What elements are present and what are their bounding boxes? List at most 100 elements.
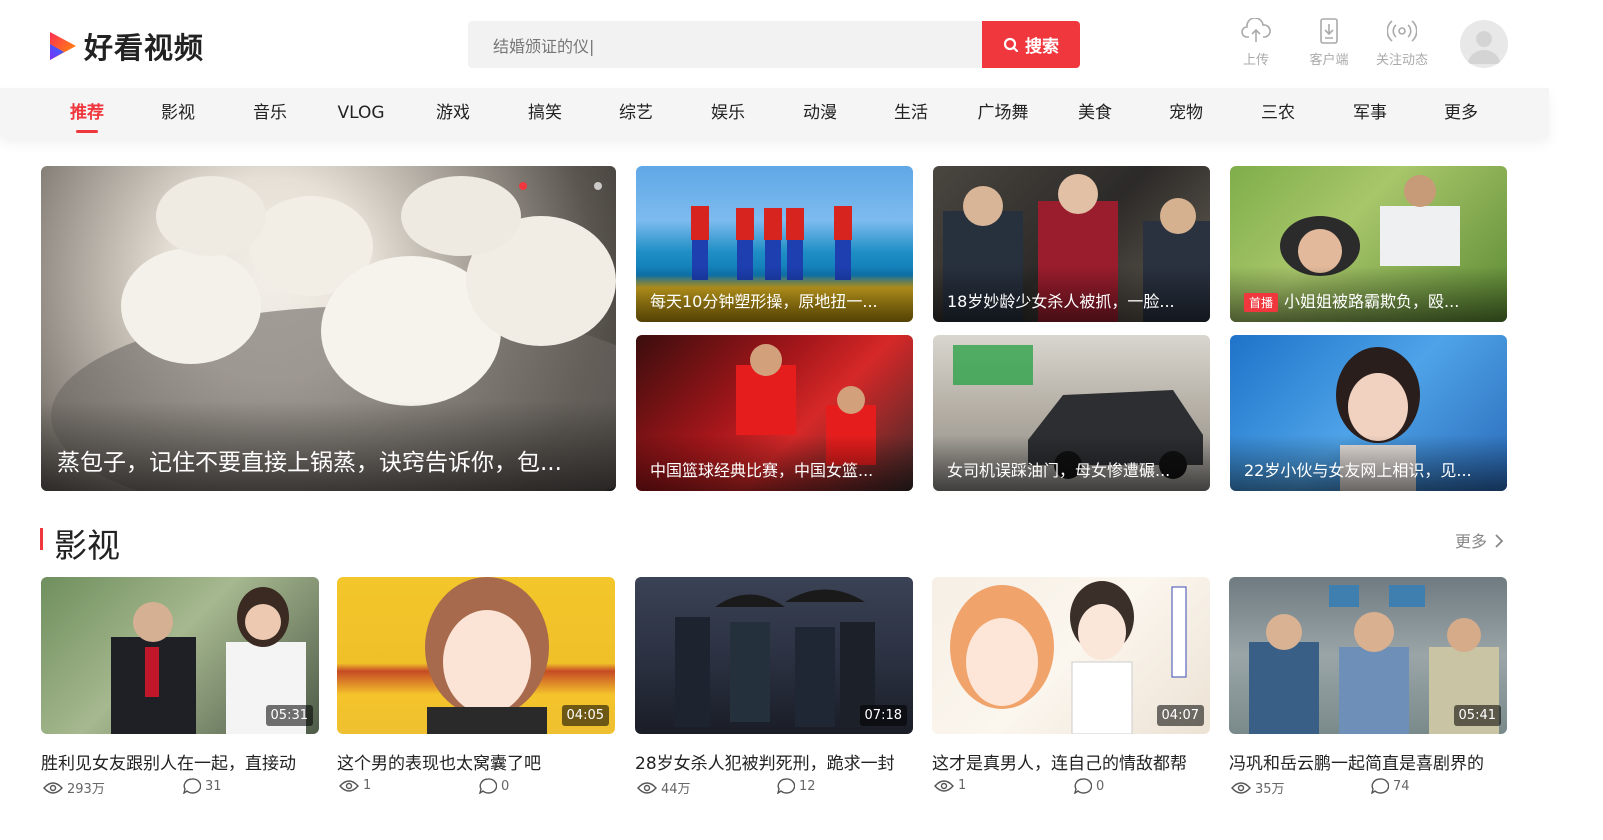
comment-icon [183, 778, 201, 794]
video-thumbnail[interactable]: 07:18 [635, 577, 913, 734]
comments-text: 0 [501, 778, 510, 794]
comment-count: 12 [777, 778, 816, 794]
hero-tile-caption: 中国篮球经典比赛，中国女篮... [636, 435, 913, 491]
comment-count: 31 [183, 778, 222, 794]
nav-item-recommend[interactable]: 推荐 [47, 88, 127, 137]
hero-tile-caption: 18岁妙龄少女杀人被抓，一脸... [933, 266, 1210, 322]
nav-item-vlog[interactable]: VLOG [321, 88, 401, 137]
search-icon [1003, 37, 1019, 52]
cloud-upload-icon [1241, 18, 1271, 42]
follow-feed-button[interactable]: 关注动态 [1367, 18, 1437, 68]
search-button[interactable]: 搜索 [982, 21, 1080, 68]
nav-item-games[interactable]: 游戏 [413, 88, 493, 137]
video-title[interactable]: 这个男的表现也太窝囊了吧 [337, 749, 615, 774]
video-meta: 293万 31 [41, 778, 319, 797]
video-card: 04:05 这个男的表现也太窝囊了吧 1 0 [337, 577, 615, 796]
nav-item-agriculture[interactable]: 三农 [1238, 88, 1318, 137]
nav-item-food[interactable]: 美食 [1055, 88, 1135, 137]
comment-count: 0 [1074, 778, 1104, 794]
broadcast-icon [1387, 20, 1417, 42]
avatar[interactable] [1460, 20, 1508, 68]
view-count: 1 [339, 778, 371, 793]
nav-item-military[interactable]: 军事 [1330, 88, 1410, 137]
upload-label: 上传 [1242, 53, 1269, 68]
view-count: 35万 [1231, 778, 1285, 797]
video-thumbnail[interactable]: 04:07 [932, 577, 1210, 734]
category-nav: 推荐 影视 音乐 VLOG 游戏 搞笑 综艺 娱乐 动漫 生活 广场舞 美食 宠… [0, 88, 1549, 137]
section-accent-bar [40, 528, 43, 550]
client-download-button[interactable]: 客户端 [1294, 18, 1364, 68]
video-card: 05:31 胜利见女友跟别人在一起，直接动 293万 31 [41, 577, 319, 797]
hero-tile-5[interactable]: 女司机误踩油门，母女惨遭碾... [933, 335, 1210, 491]
video-thumbnail[interactable]: 05:41 [1229, 577, 1507, 734]
upload-button[interactable]: 上传 [1221, 18, 1291, 68]
nav-label: 推荐 [70, 103, 104, 123]
eye-icon [43, 781, 63, 794]
hero-tile-3[interactable]: 首播 小姐姐被路霸欺负，殴... [1230, 166, 1507, 322]
hero-tile-4[interactable]: 中国篮球经典比赛，中国女篮... [636, 335, 913, 491]
comment-icon [479, 778, 497, 794]
nav-item-variety[interactable]: 综艺 [596, 88, 676, 137]
view-count: 293万 [43, 778, 105, 797]
video-meta: 1 0 [337, 778, 615, 796]
search-button-label: 搜索 [1025, 37, 1059, 57]
more-label: 更多 [1455, 532, 1488, 551]
premiere-badge: 首播 [1244, 293, 1279, 312]
video-thumbnail[interactable]: 04:05 [337, 577, 615, 734]
top-header: 好看视频 搜索 上传 客户端 关注动态 [0, 0, 1603, 88]
video-title[interactable]: 这才是真男人，连自己的情敌都帮 [932, 749, 1210, 774]
client-label: 客户端 [1309, 53, 1349, 68]
video-thumbnail[interactable]: 05:31 [41, 577, 319, 734]
nav-item-more[interactable]: 更多 [1421, 88, 1501, 137]
site-logo[interactable]: 好看视频 [48, 25, 204, 67]
video-meta: 44万 12 [635, 778, 913, 797]
video-meta: 1 0 [932, 778, 1210, 796]
hero-main-caption: 蒸包子，记住不要直接上锅蒸，诀窍告诉你，包... [41, 401, 616, 491]
nav-item-pets[interactable]: 宠物 [1146, 88, 1226, 137]
comments-text: 31 [205, 778, 222, 794]
hero-tile-caption: 22岁小伙与女友网上相识，见... [1230, 435, 1507, 491]
section-more-link[interactable]: 更多 [1455, 528, 1504, 552]
comments-text: 0 [1096, 778, 1105, 794]
eye-icon [339, 779, 359, 792]
video-title[interactable]: 冯巩和岳云鹏一起简直是喜剧界的 [1229, 749, 1507, 774]
views-text: 1 [958, 778, 967, 793]
section-title: 影视 [54, 526, 120, 565]
chevron-right-icon [1495, 534, 1504, 548]
hero-tile-6[interactable]: 22岁小伙与女友网上相识，见... [1230, 335, 1507, 491]
hero-tile-1[interactable]: 每天10分钟塑形操，原地扭一... [636, 166, 913, 322]
carousel-dot-active[interactable] [519, 182, 527, 190]
hero-tile-2[interactable]: 18岁妙龄少女杀人被抓，一脸... [933, 166, 1210, 322]
download-icon [1320, 18, 1338, 44]
view-count: 44万 [637, 778, 691, 797]
comments-text: 12 [799, 778, 816, 794]
nav-item-film[interactable]: 影视 [138, 88, 218, 137]
nav-item-music[interactable]: 音乐 [230, 88, 310, 137]
duration-badge: 04:07 [1156, 705, 1204, 726]
duration-badge: 05:31 [265, 705, 313, 726]
video-title[interactable]: 胜利见女友跟别人在一起，直接动 [41, 749, 319, 774]
active-underline [76, 130, 98, 133]
logo-play-icon [50, 32, 76, 60]
carousel-dot[interactable] [594, 182, 602, 190]
view-count: 1 [934, 778, 966, 793]
hero-tile-caption: 首播 小姐姐被路霸欺负，殴... [1230, 266, 1507, 322]
hero-main-video[interactable]: 蒸包子，记住不要直接上锅蒸，诀窍告诉你，包... [41, 166, 616, 491]
comment-icon [1371, 778, 1389, 794]
eye-icon [1231, 781, 1251, 794]
caption-text: 小姐姐被路霸欺负，殴... [1284, 292, 1460, 311]
nav-item-anime[interactable]: 动漫 [780, 88, 860, 137]
nav-item-entertainment[interactable]: 娱乐 [688, 88, 768, 137]
nav-item-funny[interactable]: 搞笑 [505, 88, 585, 137]
comment-icon [1074, 778, 1092, 794]
search-input[interactable] [468, 21, 982, 68]
video-card: 05:41 冯巩和岳云鹏一起简直是喜剧界的 35万 74 [1229, 577, 1507, 797]
duration-badge: 05:41 [1453, 705, 1501, 726]
eye-icon [934, 779, 954, 792]
logo-text: 好看视频 [84, 31, 205, 65]
video-card: 04:07 这才是真男人，连自己的情敌都帮 1 0 [932, 577, 1210, 796]
nav-item-life[interactable]: 生活 [871, 88, 951, 137]
views-text: 35万 [1255, 782, 1285, 797]
video-title[interactable]: 28岁女杀人犯被判死刑，跪求一封 [635, 749, 913, 774]
nav-item-square-dance[interactable]: 广场舞 [963, 88, 1043, 137]
